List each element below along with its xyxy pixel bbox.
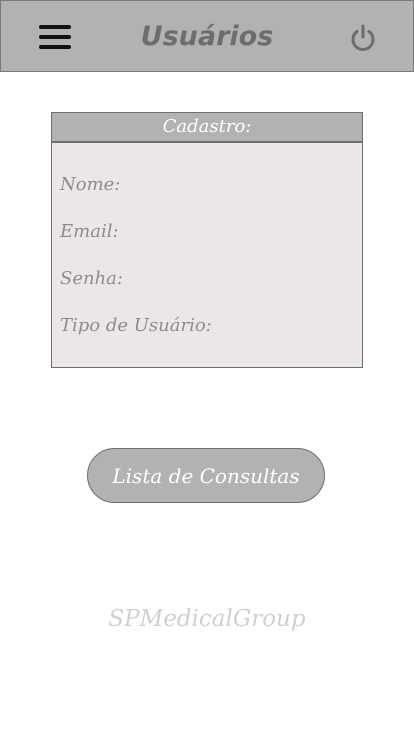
power-icon[interactable] bbox=[348, 23, 378, 53]
email-field-label[interactable]: Email: bbox=[60, 220, 119, 244]
name-field-label[interactable]: Nome: bbox=[60, 173, 120, 197]
consultas-list-button[interactable]: Lista de Consultas bbox=[87, 448, 325, 503]
registration-card: Cadastro: Nome: Email: Senha: Tipo de Us… bbox=[51, 112, 363, 368]
user-type-field-label[interactable]: Tipo de Usuário: bbox=[60, 314, 212, 338]
registration-card-title: Cadastro: bbox=[52, 113, 362, 143]
brand-footer: SPMedicalGroup bbox=[108, 606, 306, 632]
app-header: Usuários bbox=[0, 0, 414, 72]
password-field-label[interactable]: Senha: bbox=[60, 267, 123, 291]
